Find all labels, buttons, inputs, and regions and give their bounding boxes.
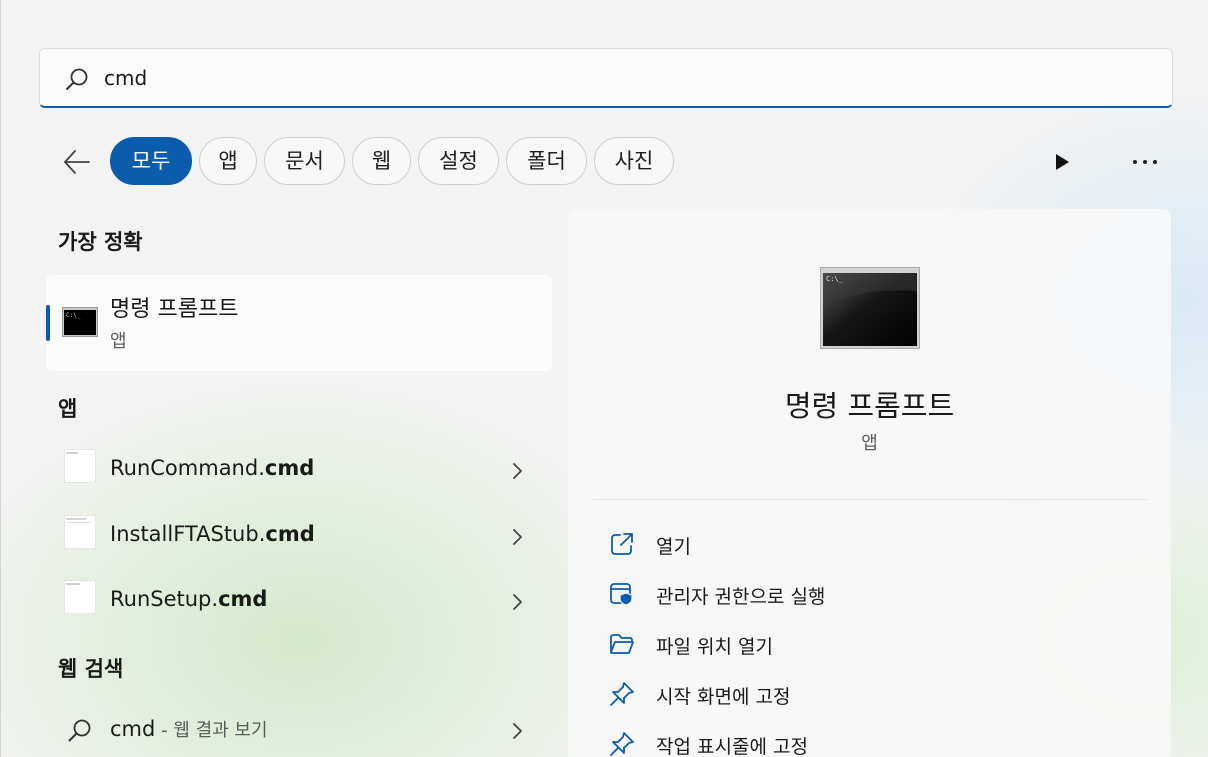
action-pin-to-taskbar[interactable]: 작업 표시줄에 고정 <box>608 724 1128 757</box>
action-label: 열기 <box>656 536 691 558</box>
chevron-right-icon[interactable] <box>510 721 524 741</box>
apps-heading: 앱 <box>58 397 78 421</box>
search-input[interactable] <box>104 61 1144 95</box>
web-search-result[interactable]: cmd - 웹 결과 보기 <box>46 703 552 757</box>
folder-icon <box>610 634 634 654</box>
best-match-kind: 앱 <box>110 331 127 352</box>
preview-panel: C:\_ 명령 프롬프트 앱 열기 관리자 권한으로 실행 파일 위치 열기 시… <box>568 209 1171 757</box>
pin-icon <box>610 682 634 706</box>
action-open-file-location[interactable]: 파일 위치 열기 <box>608 624 1128 664</box>
action-label: 시작 화면에 고정 <box>656 686 791 708</box>
action-open[interactable]: 열기 <box>608 524 1128 564</box>
action-label: 파일 위치 열기 <box>656 636 773 658</box>
search-icon <box>66 68 88 90</box>
shield-admin-icon <box>610 583 633 606</box>
chevron-right-icon[interactable] <box>510 461 524 481</box>
svg-text:C:\_: C:\_ <box>66 312 81 319</box>
chevron-right-icon[interactable] <box>510 527 524 547</box>
app-result-label: RunCommand.cmd <box>110 456 315 480</box>
filter-photos[interactable]: 사진 <box>594 137 674 185</box>
back-arrow-icon[interactable] <box>59 144 95 180</box>
best-match-name: 명령 프롬프트 <box>110 297 239 322</box>
pin-icon <box>610 732 634 756</box>
command-prompt-icon: C:\_ <box>62 307 98 337</box>
action-pin-to-start[interactable]: 시작 화면에 고정 <box>608 674 1128 714</box>
filter-apps[interactable]: 앱 <box>199 137 257 185</box>
filter-folders[interactable]: 폴더 <box>506 137 587 185</box>
filter-all[interactable]: 모두 <box>110 137 192 185</box>
action-label: 관리자 권한으로 실행 <box>656 586 826 608</box>
more-options-icon[interactable] <box>1129 150 1161 174</box>
app-result-label: RunSetup.cmd <box>110 587 268 611</box>
action-run-as-admin[interactable]: 관리자 권한으로 실행 <box>608 574 1128 614</box>
divider <box>593 499 1147 500</box>
play-icon[interactable] <box>1049 150 1073 174</box>
web-search-heading: 웹 검색 <box>58 657 124 681</box>
file-icon <box>64 515 96 549</box>
app-result-label: InstallFTAStub.cmd <box>110 522 315 546</box>
start-search-window: 모두 앱 문서 웹 설정 폴더 사진 가장 정확 C:\_ 명령 프롬프트 앱 … <box>0 0 1208 757</box>
console-caption: C:\_ <box>826 275 844 283</box>
file-icon <box>64 580 96 614</box>
filter-web[interactable]: 웹 <box>352 137 411 185</box>
command-prompt-large-icon: C:\_ <box>820 267 920 349</box>
action-label: 작업 표시줄에 고정 <box>656 736 808 757</box>
web-search-label: cmd - 웹 결과 보기 <box>110 717 268 741</box>
best-match-item[interactable]: C:\_ 명령 프롬프트 앱 <box>46 275 552 371</box>
filter-settings[interactable]: 설정 <box>418 137 499 185</box>
preview-kind: 앱 <box>861 433 878 454</box>
app-result-installftastub[interactable]: InstallFTAStub.cmd <box>46 509 552 565</box>
best-match-heading: 가장 정확 <box>58 230 143 254</box>
app-result-runcommand[interactable]: RunCommand.cmd <box>46 443 552 499</box>
selection-indicator <box>46 305 50 341</box>
search-box[interactable] <box>39 48 1173 108</box>
filter-documents[interactable]: 문서 <box>264 137 345 185</box>
open-external-icon <box>611 533 633 555</box>
preview-title: 명령 프롬프트 <box>784 389 955 423</box>
file-icon <box>64 449 96 483</box>
chevron-right-icon[interactable] <box>510 592 524 612</box>
search-icon <box>68 719 91 742</box>
app-result-runsetup[interactable]: RunSetup.cmd <box>46 574 552 630</box>
